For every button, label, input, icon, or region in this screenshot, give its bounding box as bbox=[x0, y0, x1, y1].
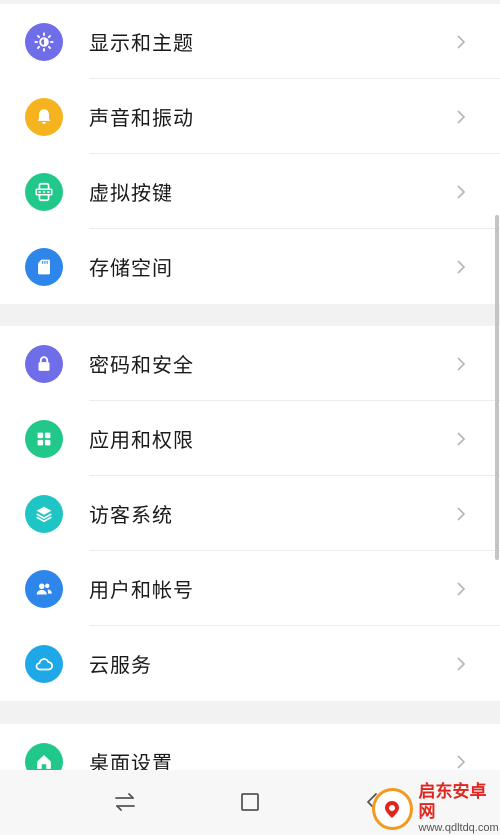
chevron-right-icon bbox=[457, 754, 466, 769]
settings-item-label: 桌面设置 bbox=[89, 751, 173, 770]
brightness-icon bbox=[25, 22, 63, 61]
chevron-right-icon bbox=[457, 656, 466, 671]
settings-item-label: 显示和主题 bbox=[89, 31, 194, 55]
settings-item-cloud-service[interactable]: 云服务 bbox=[0, 626, 500, 701]
settings-item-sound-vibration[interactable]: 声音和振动 bbox=[0, 79, 500, 154]
watermark-logo-icon bbox=[372, 787, 413, 830]
settings-item-storage[interactable]: 存储空间 bbox=[0, 229, 500, 304]
settings-group-desktop: 桌面设置 bbox=[0, 724, 500, 770]
watermark-text: 启东安卓网 www.qdltdq.com bbox=[419, 782, 500, 835]
settings-item-users-accounts[interactable]: 用户和帐号 bbox=[0, 551, 500, 626]
settings-item-apps-permissions[interactable]: 应用和权限 bbox=[0, 401, 500, 476]
chevron-right-icon bbox=[457, 506, 466, 521]
chevron-right-icon bbox=[457, 431, 466, 446]
users-icon bbox=[25, 569, 63, 608]
apps-grid-icon bbox=[25, 419, 63, 458]
settings-item-guest-system[interactable]: 访客系统 bbox=[0, 476, 500, 551]
settings-item-desktop-settings[interactable]: 桌面设置 bbox=[0, 724, 500, 770]
chevron-right-icon bbox=[457, 109, 466, 124]
settings-item-virtual-keys[interactable]: 虚拟按键 bbox=[0, 154, 500, 229]
settings-item-label: 访客系统 bbox=[89, 503, 173, 527]
layers-icon bbox=[25, 494, 63, 533]
settings-item-label: 存储空间 bbox=[89, 256, 173, 280]
virtual-keys-icon bbox=[25, 172, 63, 211]
settings-item-label: 密码和安全 bbox=[89, 353, 194, 377]
watermark: 启东安卓网 www.qdltdq.com bbox=[372, 782, 500, 835]
home-icon bbox=[25, 742, 63, 770]
chevron-right-icon bbox=[457, 581, 466, 596]
switch-apps-icon[interactable] bbox=[111, 788, 139, 816]
watermark-title: 启东安卓网 bbox=[418, 782, 487, 822]
settings-group-display: 显示和主题 声音和振动 虚拟按键 存储空间 bbox=[0, 4, 500, 304]
chevron-right-icon bbox=[457, 184, 466, 199]
settings-item-label: 声音和振动 bbox=[89, 106, 194, 130]
cloud-icon bbox=[25, 644, 63, 683]
bell-icon bbox=[25, 97, 63, 136]
home-square-icon[interactable] bbox=[236, 788, 264, 816]
settings-item-label: 虚拟按键 bbox=[89, 181, 173, 205]
settings-item-label: 用户和帐号 bbox=[89, 578, 194, 602]
chevron-right-icon bbox=[457, 259, 466, 274]
settings-item-display-theme[interactable]: 显示和主题 bbox=[0, 4, 500, 79]
settings-group-security: 密码和安全 应用和权限 访客系统 用户和帐号 云服务 bbox=[0, 326, 500, 701]
settings-item-label: 云服务 bbox=[89, 653, 152, 677]
scrollbar[interactable] bbox=[495, 215, 499, 560]
sd-card-icon bbox=[25, 247, 63, 286]
chevron-right-icon bbox=[457, 34, 466, 49]
settings-item-password-security[interactable]: 密码和安全 bbox=[0, 326, 500, 401]
settings-item-label: 应用和权限 bbox=[89, 428, 194, 452]
watermark-url: www.qdltdq.com bbox=[418, 822, 499, 834]
chevron-right-icon bbox=[457, 356, 466, 371]
lock-icon bbox=[25, 344, 63, 383]
